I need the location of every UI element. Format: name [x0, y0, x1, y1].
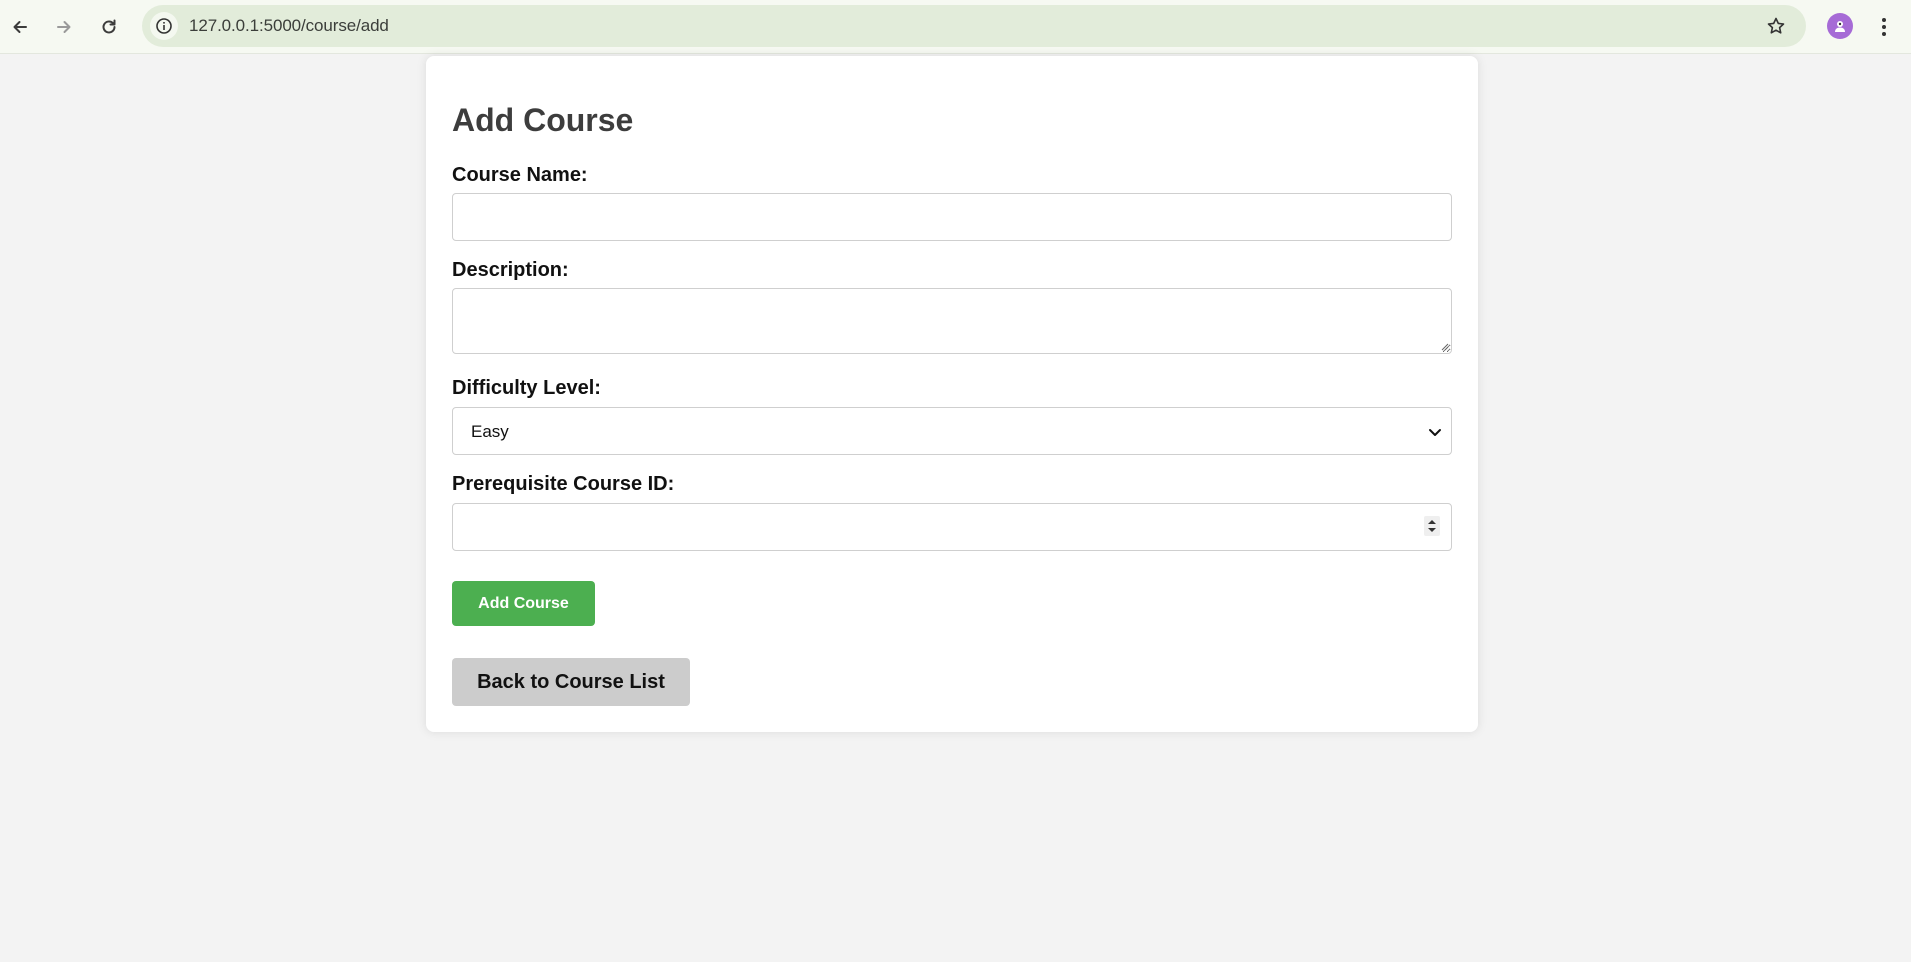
address-bar[interactable]: 127.0.0.1:5000/course/add: [142, 5, 1806, 47]
course-name-label: Course Name:: [452, 164, 588, 186]
add-course-card: Add Course Course Name: Description: Dif…: [426, 56, 1478, 732]
url-text[interactable]: 127.0.0.1:5000/course/add: [189, 16, 389, 36]
info-icon[interactable]: [150, 12, 178, 40]
kebab-menu-icon[interactable]: [1872, 13, 1896, 41]
forward-arrow-icon[interactable]: [49, 12, 79, 42]
prerequisite-number-input[interactable]: [452, 503, 1452, 551]
back-to-course-list-button[interactable]: Back to Course List: [452, 658, 690, 706]
back-arrow-icon[interactable]: [5, 12, 35, 42]
difficulty-selected-value: Easy: [471, 422, 509, 441]
prerequisite-label: Prerequisite Course ID:: [452, 473, 675, 495]
description-label: Description:: [452, 259, 569, 281]
chevron-down-icon: [1429, 429, 1441, 436]
browser-toolbar: 127.0.0.1:5000/course/add: [0, 0, 1911, 54]
profile-avatar-icon[interactable]: [1827, 13, 1853, 39]
description-wrapper: [452, 288, 1452, 354]
reload-icon[interactable]: [94, 12, 124, 42]
page-title: Add Course: [452, 102, 634, 138]
difficulty-select[interactable]: Easy: [452, 407, 1452, 455]
star-icon[interactable]: [1764, 14, 1788, 38]
prerequisite-wrapper: [452, 503, 1452, 551]
difficulty-label: Difficulty Level:: [452, 377, 601, 399]
number-spinner-icon[interactable]: [1424, 516, 1440, 536]
resize-grip-icon[interactable]: [1439, 341, 1449, 351]
course-name-input[interactable]: [452, 193, 1452, 241]
add-course-button[interactable]: Add Course: [452, 581, 595, 626]
description-textarea[interactable]: [452, 288, 1452, 354]
